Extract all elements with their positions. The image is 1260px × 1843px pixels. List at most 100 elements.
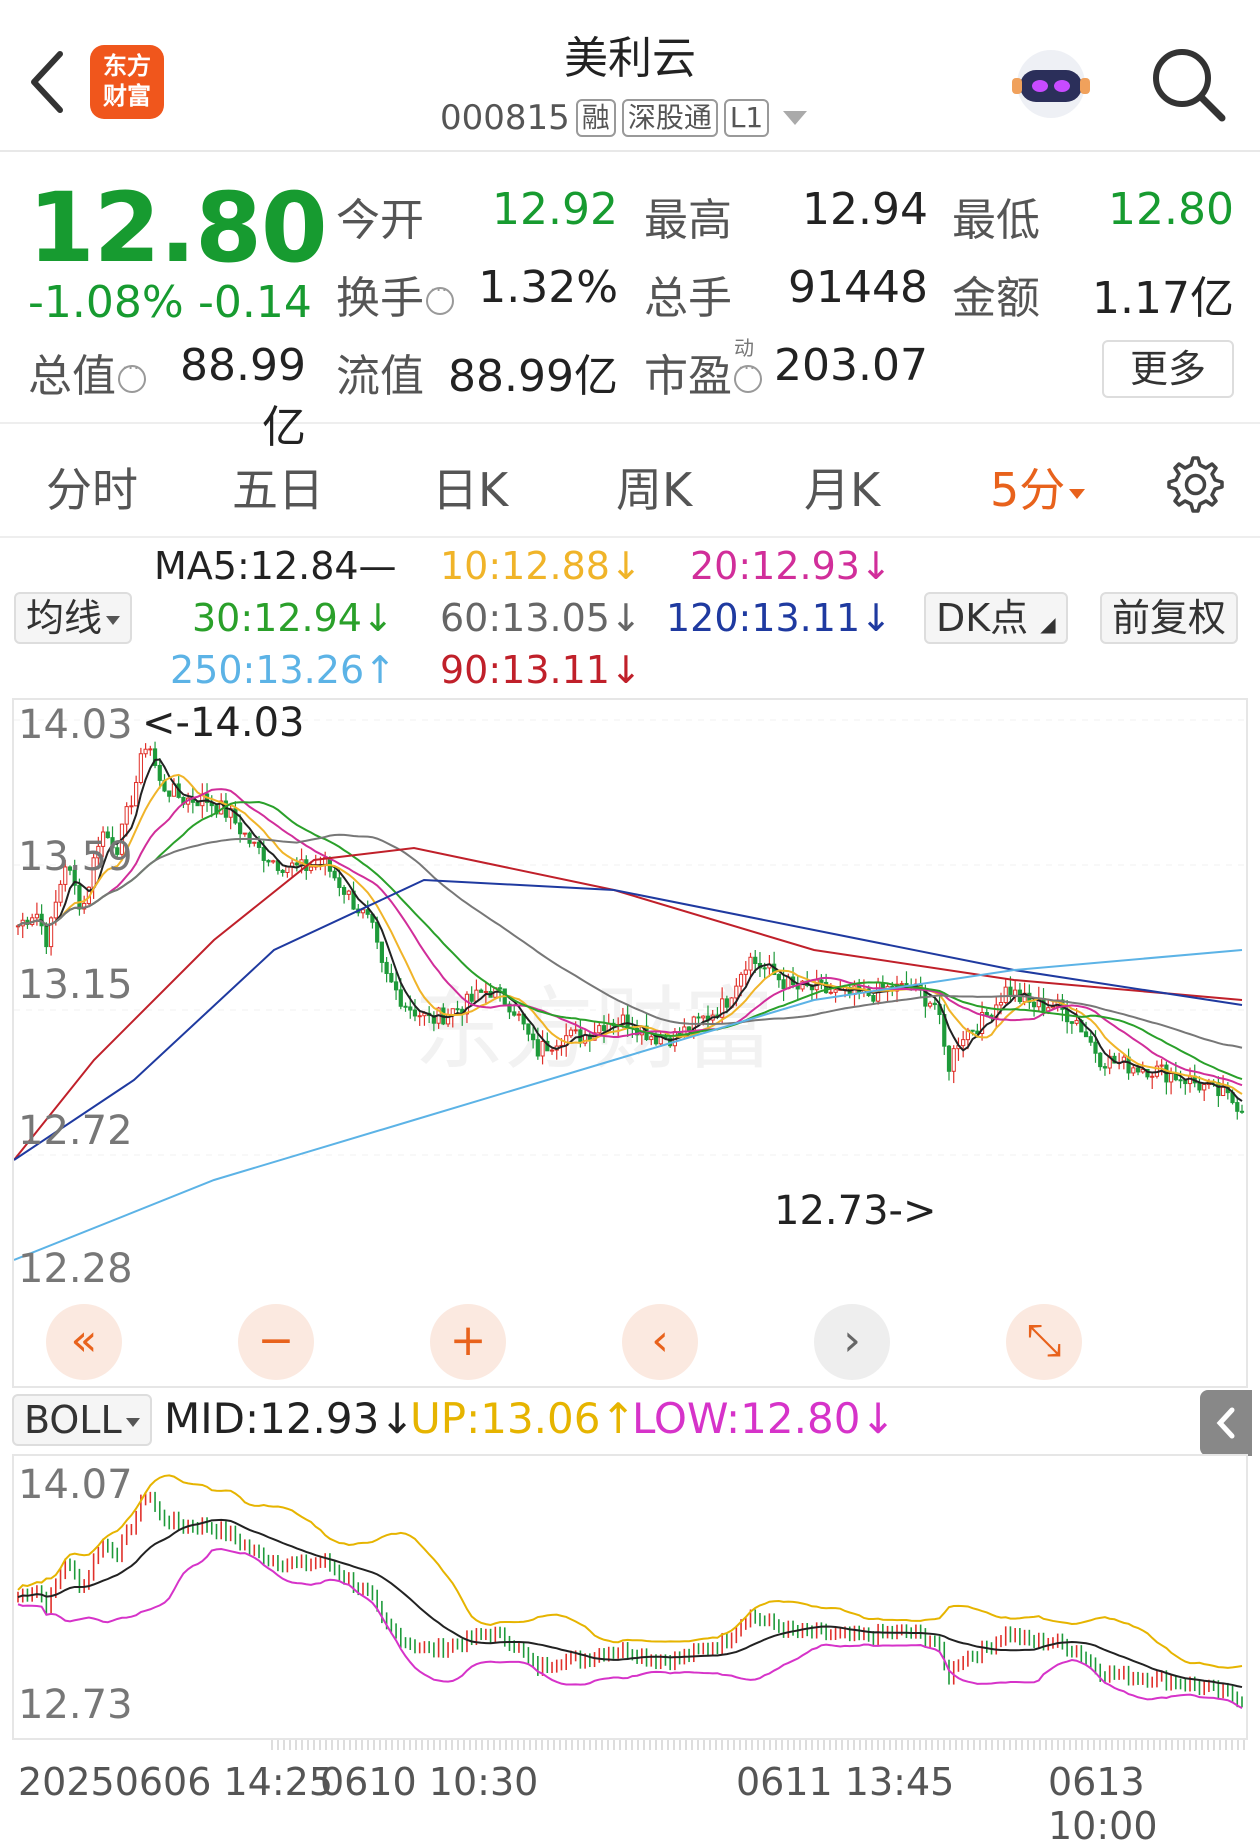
high-annotation: <-14.03 [142,700,305,746]
candle-body [124,806,129,825]
candle-body [568,1029,574,1037]
candle-body [261,846,266,861]
candle-body [1202,1084,1207,1091]
candle-body [1093,1041,1098,1054]
candle-body [398,989,403,1007]
label-turnover[interactable]: 换手 [336,262,454,326]
fullscreen-icon[interactable]: ⤡ [1006,1304,1082,1380]
candle-body [48,917,54,948]
label-market-cap[interactable]: 总值 [28,340,146,404]
candle-body [743,969,748,975]
candle-body [474,989,479,1002]
y-label: 14.03 [18,702,133,748]
kline-chart[interactable]: 东方财富 14.03 13.59 13.15 12.72 12.28 <-14.… [12,698,1248,1388]
candle-body [455,1008,460,1011]
candle-body [512,1011,517,1016]
tab-daily-k[interactable]: 日K [432,454,508,520]
tab-weekly-k[interactable]: 周K [616,454,692,520]
candle-body [516,1013,522,1016]
candle-body [408,1006,413,1011]
candle-body [280,869,285,873]
candle-body [738,973,744,987]
candle-body [899,983,904,986]
scroll-right-icon[interactable]: › [814,1304,890,1380]
candle-body [294,862,299,866]
candle-body [483,990,488,993]
value-float-cap: 88.99亿 [448,351,618,402]
candle-body [417,1015,422,1018]
candle-body [531,1033,536,1041]
candle-body [242,832,247,835]
candle-body [998,1002,1004,1006]
time-ticks [271,1740,1245,1750]
collapse-panel-icon[interactable] [1200,1390,1252,1456]
value-high: 12.94 [802,184,928,235]
candle-body [256,841,262,848]
candle-body [412,1009,418,1017]
header: 东方 财富 美利云 000815 融 深股通 L1 [0,0,1260,152]
robot-assistant-icon[interactable] [1008,44,1094,124]
candle-body [148,748,153,751]
candle-body [479,989,484,993]
candle-body [927,1002,933,1007]
tab-five-day[interactable]: 五日 [232,454,324,520]
candle-body [819,979,824,983]
quote-panel: 12.80 -1.08% -0.14 今开 12.92 最高 12.94 最低 … [0,152,1260,453]
rewind-icon[interactable]: « [46,1304,122,1380]
candle-body [266,859,271,863]
candle-body [601,1025,607,1031]
tab-intraday[interactable]: 分时 [46,454,138,520]
candle-body [195,801,200,807]
candle-body [597,1025,602,1034]
candle-body [828,991,833,994]
candle-body [34,913,40,919]
x-label: 0610 10:30 [320,1760,539,1804]
zoom-out-icon[interactable]: − [238,1304,314,1380]
candle-body [1178,1079,1183,1082]
gear-icon[interactable] [1166,456,1224,514]
candle-body [1003,986,1008,1004]
candle-body [252,841,257,844]
candle-body [776,974,781,981]
dk-point-button[interactable]: DK点 ◢ [924,592,1068,644]
more-button[interactable]: 更多 [1102,340,1234,398]
value-open: 12.92 [492,184,618,235]
tab-5min[interactable]: 5分 [990,454,1086,520]
info-icon [734,353,762,393]
y-label: 13.59 [18,834,133,880]
candle-body [332,870,337,879]
last-price: 12.80 [28,172,328,284]
value-turnover: 1.32% [478,262,618,313]
candle-body [951,1048,956,1072]
tag-margin: 融 [575,99,616,137]
candle-body [701,1015,706,1019]
candle-body [167,790,172,797]
label-low: 最低 [952,195,1040,246]
candle-body [134,782,139,807]
ma-selector[interactable]: 均线 [14,592,133,644]
chevron-down-icon [125,1418,140,1427]
adjust-button[interactable]: 前复权 [1100,592,1239,644]
tab-monthly-k[interactable]: 月K [804,454,880,520]
candle-body [1197,1082,1202,1091]
label-float-cap: 流值 [336,351,424,402]
low-annotation: 12.73-> [774,1188,937,1234]
indicator-selector[interactable]: BOLL [12,1394,152,1446]
candle-body [53,901,58,919]
candle-body [389,972,394,983]
stock-subtitle[interactable]: 000815 融 深股通 L1 [440,96,808,140]
scroll-left-icon[interactable]: ‹ [622,1304,698,1380]
candle-body [762,967,767,970]
value-pe: 203.07 [774,340,928,391]
candle-body [1131,1067,1136,1074]
candle-body [1220,1086,1226,1097]
candle-body [77,884,82,910]
boll-chart[interactable]: 14.07 12.73 [12,1454,1248,1740]
candle-body [1150,1075,1155,1078]
change-percent: -1.08% [28,277,184,328]
ma250-value: 250:13.26↑ [170,648,396,692]
candle-body [932,1002,937,1006]
search-icon[interactable] [1148,44,1228,124]
stock-code: 000815 [440,98,570,138]
zoom-in-icon[interactable]: + [430,1304,506,1380]
